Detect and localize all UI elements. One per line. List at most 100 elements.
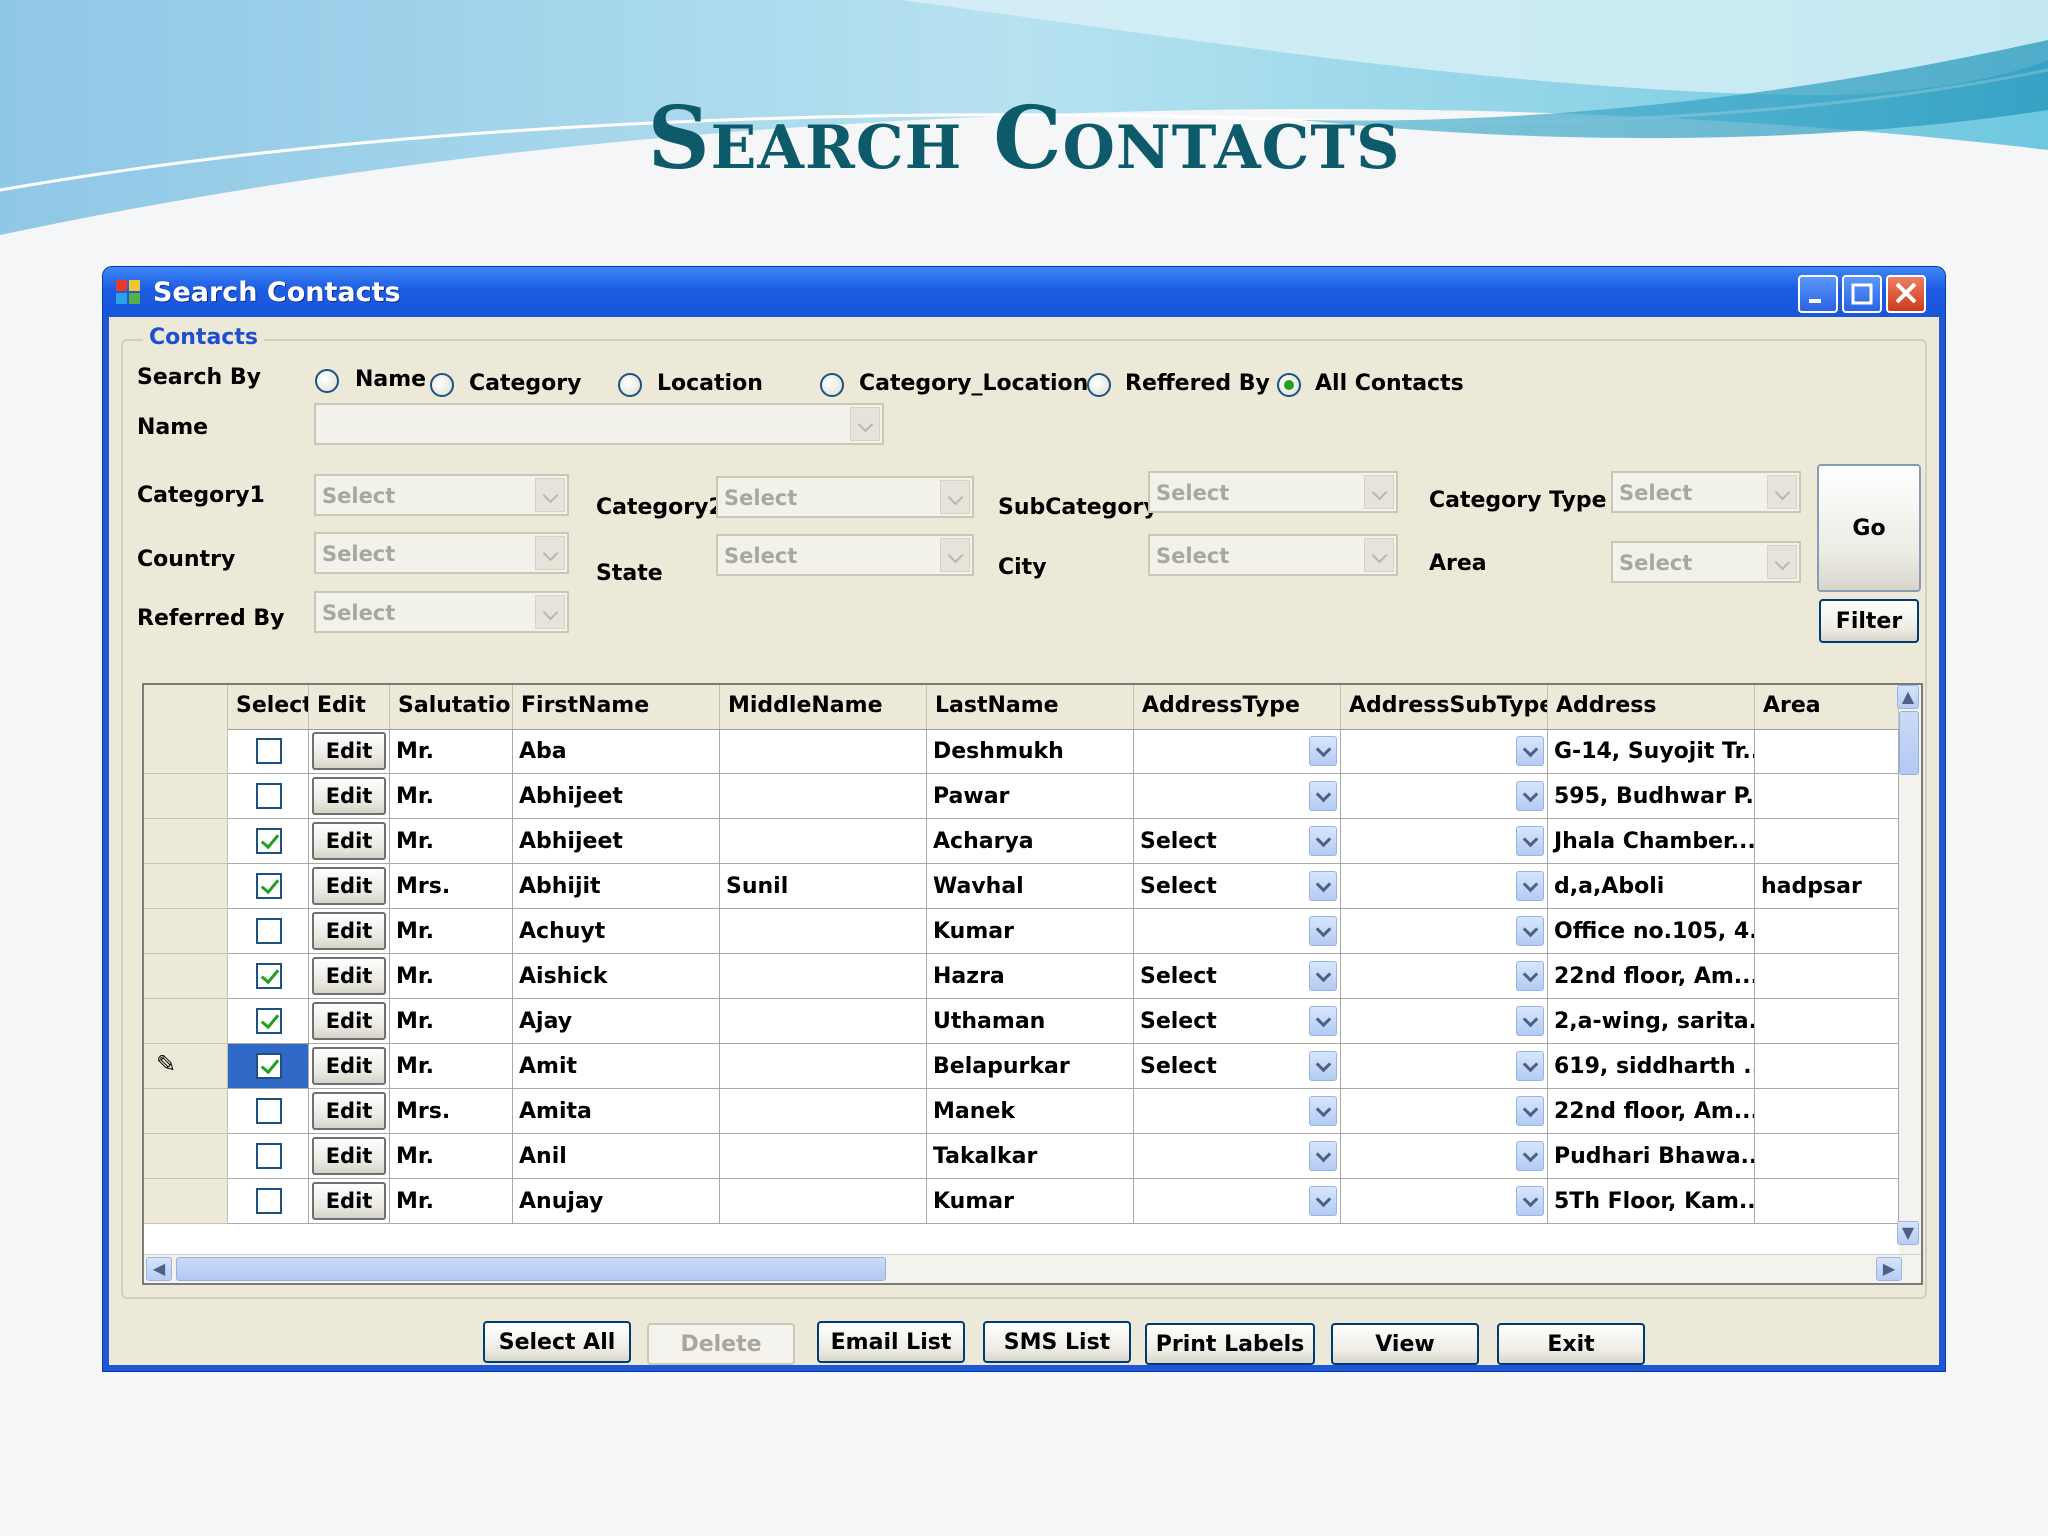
- name-combo[interactable]: [314, 403, 884, 445]
- radio-reffered-by[interactable]: [1087, 373, 1111, 397]
- select-checkbox[interactable]: [256, 1053, 282, 1079]
- chevron-down-icon[interactable]: [1309, 871, 1337, 901]
- state-combo[interactable]: Select: [716, 534, 974, 576]
- select-cell[interactable]: [228, 1179, 309, 1224]
- table-row[interactable]: Edit Mr. Achuyt Kumar Office no.105, 4...: [144, 909, 1921, 954]
- chevron-down-icon[interactable]: [1516, 1141, 1544, 1171]
- chevron-down-icon[interactable]: [1309, 826, 1337, 856]
- chevron-down-icon[interactable]: [1516, 1051, 1544, 1081]
- select-checkbox[interactable]: [256, 1188, 282, 1214]
- middlename-cell[interactable]: [720, 1089, 927, 1134]
- middlename-cell[interactable]: [720, 954, 927, 999]
- edit-button[interactable]: Edit: [312, 867, 386, 905]
- area-cell[interactable]: [1755, 774, 1899, 819]
- middlename-cell[interactable]: [720, 774, 927, 819]
- lastname-cell[interactable]: Kumar: [927, 1179, 1134, 1224]
- lastname-cell[interactable]: Wavhal: [927, 864, 1134, 909]
- lastname-cell[interactable]: Acharya: [927, 819, 1134, 864]
- table-row[interactable]: ✎ Edit Mr. Amit Belapurkar Select 619, siddhar…: [144, 1044, 1921, 1089]
- view-button[interactable]: View: [1331, 1323, 1479, 1365]
- chevron-down-icon[interactable]: [1516, 871, 1544, 901]
- chevron-down-icon[interactable]: [1516, 781, 1544, 811]
- edit-button[interactable]: Edit: [312, 912, 386, 950]
- print-labels-button[interactable]: Print Labels: [1145, 1323, 1315, 1365]
- lastname-cell[interactable]: Pawar: [927, 774, 1134, 819]
- select-cell[interactable]: [228, 1044, 309, 1089]
- address-cell[interactable]: d,a,Aboli: [1548, 864, 1755, 909]
- salutation-cell[interactable]: Mrs.: [390, 864, 513, 909]
- area-cell[interactable]: [1755, 1089, 1899, 1134]
- lastname-cell[interactable]: Deshmukh: [927, 729, 1134, 774]
- addresssubtype-cell[interactable]: [1341, 1179, 1548, 1224]
- row-selector[interactable]: [144, 909, 228, 954]
- row-selector[interactable]: [144, 1134, 228, 1179]
- middlename-cell[interactable]: [720, 1044, 927, 1089]
- salutation-cell[interactable]: Mr.: [390, 1179, 513, 1224]
- city-combo[interactable]: Select: [1148, 534, 1398, 576]
- address-cell[interactable]: 619, siddharth ...: [1548, 1044, 1755, 1089]
- radio-location[interactable]: [618, 373, 642, 397]
- row-selector[interactable]: [144, 774, 228, 819]
- firstname-cell[interactable]: Amita: [513, 1089, 720, 1134]
- chevron-down-icon[interactable]: [1516, 1096, 1544, 1126]
- scroll-up-button[interactable]: ▲: [1897, 685, 1919, 709]
- firstname-cell[interactable]: Anujay: [513, 1179, 720, 1224]
- select-cell[interactable]: [228, 1089, 309, 1134]
- table-row[interactable]: Edit Mr. Aishick Hazra Select 22nd floor, Am…: [144, 954, 1921, 999]
- chevron-down-icon[interactable]: [1309, 916, 1337, 946]
- address-cell[interactable]: Office no.105, 4...: [1548, 909, 1755, 954]
- lastname-cell[interactable]: Hazra: [927, 954, 1134, 999]
- salutation-cell[interactable]: Mr.: [390, 819, 513, 864]
- edit-button[interactable]: Edit: [312, 1047, 386, 1085]
- select-cell[interactable]: [228, 1134, 309, 1179]
- edit-button[interactable]: Edit: [312, 732, 386, 770]
- addresstype-cell[interactable]: Select: [1134, 954, 1341, 999]
- chevron-down-icon[interactable]: [1516, 916, 1544, 946]
- addresssubtype-cell[interactable]: [1341, 774, 1548, 819]
- chevron-down-icon[interactable]: [1516, 961, 1544, 991]
- radio-name[interactable]: [315, 369, 339, 393]
- edit-button[interactable]: Edit: [312, 777, 386, 815]
- firstname-cell[interactable]: Abhijeet: [513, 819, 720, 864]
- select-checkbox[interactable]: [256, 963, 282, 989]
- salutation-cell[interactable]: Mr.: [390, 1044, 513, 1089]
- select-cell[interactable]: [228, 864, 309, 909]
- sms-list-button[interactable]: SMS List: [983, 1321, 1131, 1363]
- lastname-cell[interactable]: Kumar: [927, 909, 1134, 954]
- scroll-right-button[interactable]: ▶: [1876, 1257, 1902, 1281]
- area-cell[interactable]: [1755, 909, 1899, 954]
- address-cell[interactable]: 595, Budhwar P...: [1548, 774, 1755, 819]
- radio-category[interactable]: [430, 373, 454, 397]
- header-firstname[interactable]: FirstName: [513, 685, 720, 729]
- chevron-down-icon[interactable]: [1309, 961, 1337, 991]
- area-cell[interactable]: [1755, 729, 1899, 774]
- referred-by-combo[interactable]: Select: [314, 591, 569, 633]
- select-checkbox[interactable]: [256, 1143, 282, 1169]
- table-row[interactable]: Edit Mr. Anil Takalkar Pudhari Bhawa...: [144, 1134, 1921, 1179]
- area-cell[interactable]: [1755, 1134, 1899, 1179]
- firstname-cell[interactable]: Aishick: [513, 954, 720, 999]
- addresssubtype-cell[interactable]: [1341, 1044, 1548, 1089]
- table-row[interactable]: Edit Mr. Aba Deshmukh G-14, Suyojit Tr...: [144, 729, 1921, 774]
- scroll-left-button[interactable]: ◀: [146, 1257, 172, 1281]
- address-cell[interactable]: 2,a-wing, sarita...: [1548, 999, 1755, 1044]
- row-selector[interactable]: [144, 1089, 228, 1134]
- addresssubtype-cell[interactable]: [1341, 909, 1548, 954]
- addresssubtype-cell[interactable]: [1341, 819, 1548, 864]
- header-addresstype[interactable]: AddressType: [1134, 685, 1341, 729]
- select-checkbox[interactable]: [256, 918, 282, 944]
- row-selector[interactable]: ✎: [144, 1044, 228, 1089]
- select-cell[interactable]: [228, 729, 309, 774]
- chevron-down-icon[interactable]: [1309, 736, 1337, 766]
- horizontal-scroll-thumb[interactable]: [176, 1257, 886, 1281]
- firstname-cell[interactable]: Anil: [513, 1134, 720, 1179]
- edit-button[interactable]: Edit: [312, 1092, 386, 1130]
- row-selector[interactable]: [144, 999, 228, 1044]
- select-checkbox[interactable]: [256, 783, 282, 809]
- middlename-cell[interactable]: [720, 999, 927, 1044]
- close-button[interactable]: [1886, 275, 1926, 313]
- address-cell[interactable]: 22nd floor, Am...: [1548, 1089, 1755, 1134]
- area-cell[interactable]: hadpsar: [1755, 864, 1899, 909]
- area-cell[interactable]: [1755, 954, 1899, 999]
- address-cell[interactable]: G-14, Suyojit Tr...: [1548, 729, 1755, 774]
